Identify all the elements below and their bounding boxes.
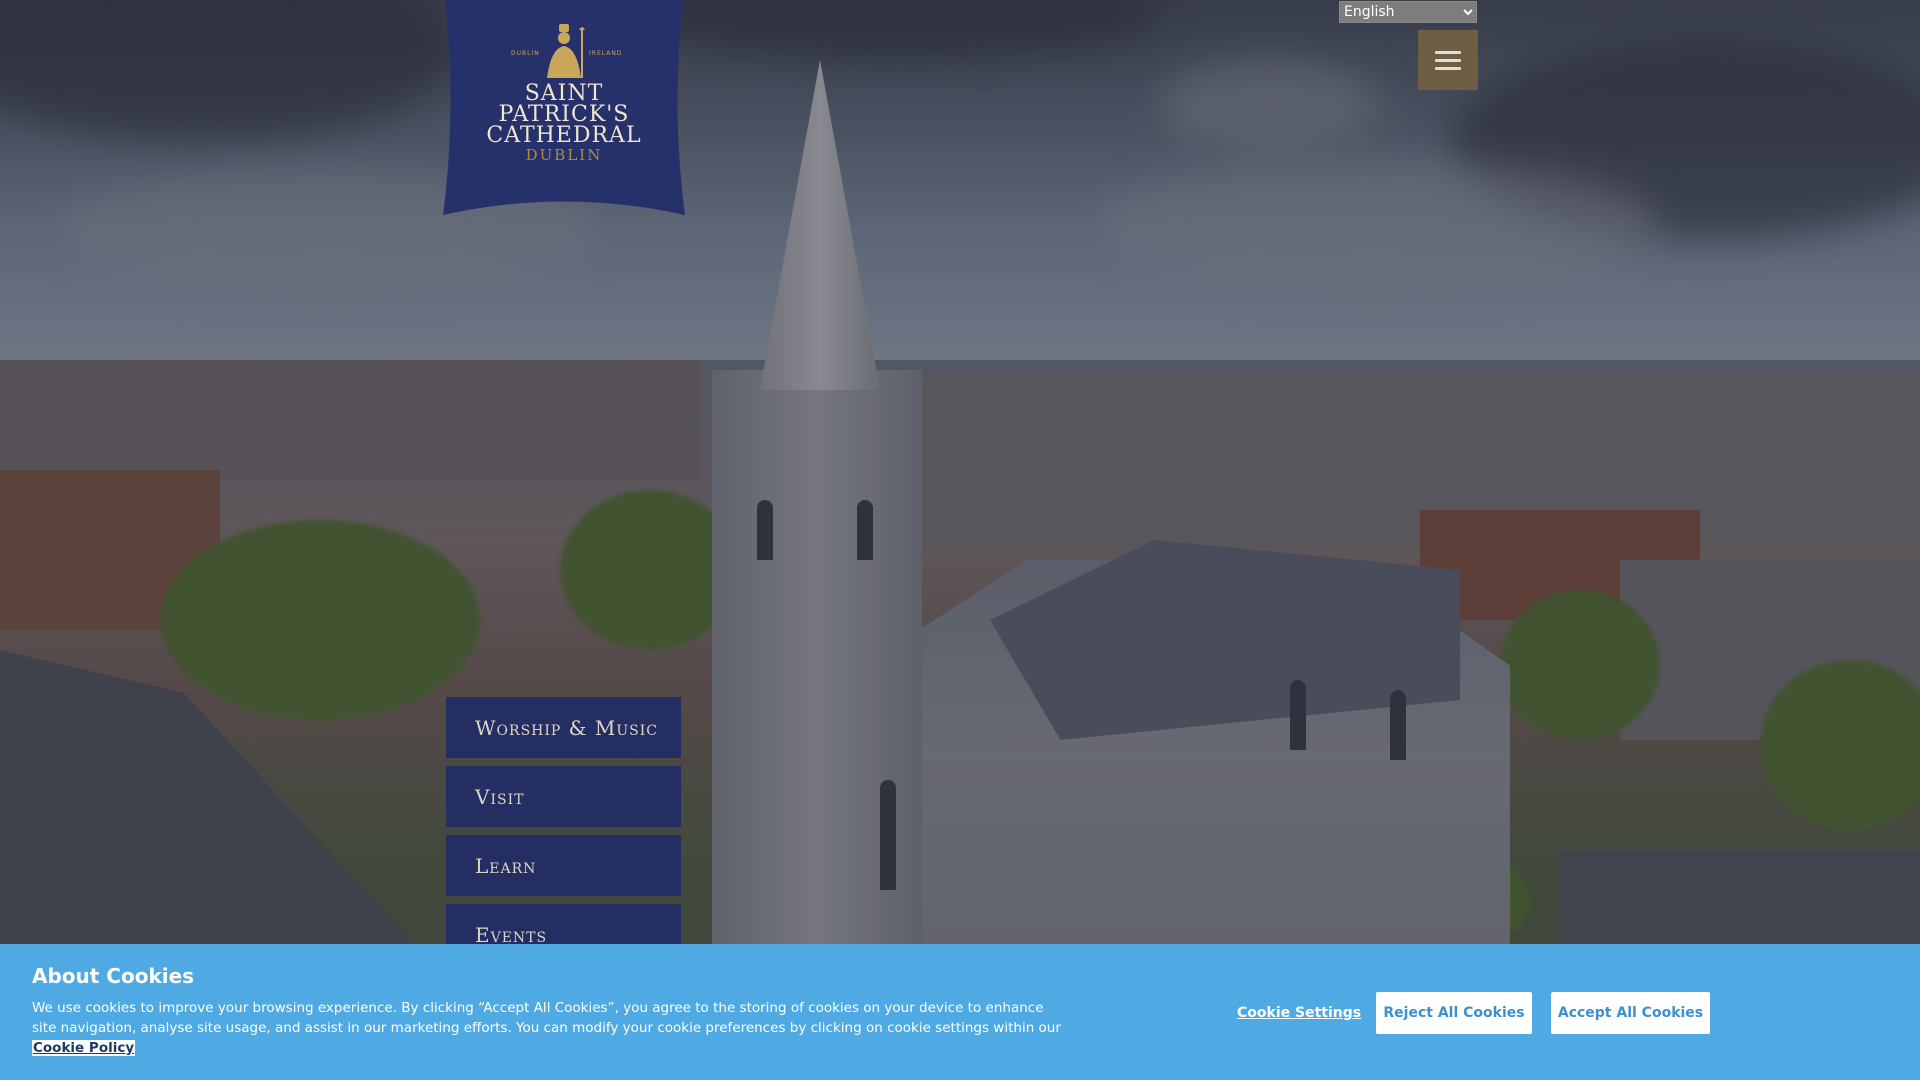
cookie-title: About Cookies (32, 964, 195, 988)
logo-line-dublin: Dublin (525, 146, 603, 164)
logo-small-right: IRELAND (589, 50, 623, 57)
logo-small-left: DUBLIN (511, 50, 540, 57)
dark-overlay (0, 0, 1920, 1080)
cookie-text-block: We use cookies to improve your browsing … (32, 998, 1072, 1058)
reject-all-cookies-button[interactable]: Reject All Cookies (1376, 992, 1532, 1034)
hamburger-icon (1435, 66, 1461, 70)
logo-line-cathedral: Cathedral (486, 123, 642, 148)
nav-item-visit[interactable]: Visit (446, 766, 681, 827)
main-nav: Worship & Music Visit Learn Events (446, 697, 681, 973)
accept-all-cookies-button[interactable]: Accept All Cookies (1551, 992, 1710, 1034)
language-select[interactable]: English (1339, 1, 1477, 23)
hamburger-icon (1435, 50, 1461, 54)
nav-item-learn[interactable]: Learn (446, 835, 681, 896)
site-logo[interactable]: DUBLIN IRELAND Saint Patrick's Cathedral… (443, 0, 685, 215)
hamburger-icon (1435, 58, 1461, 62)
cookie-description: We use cookies to improve your browsing … (32, 1000, 1061, 1036)
hero-background-image (0, 0, 1920, 1080)
cookie-policy-link[interactable]: Cookie Policy (32, 1040, 136, 1056)
hamburger-menu-button[interactable] (1418, 30, 1478, 90)
cookie-settings-button[interactable]: Cookie Settings (1237, 1005, 1361, 1021)
nav-item-worship-music[interactable]: Worship & Music (446, 697, 681, 758)
